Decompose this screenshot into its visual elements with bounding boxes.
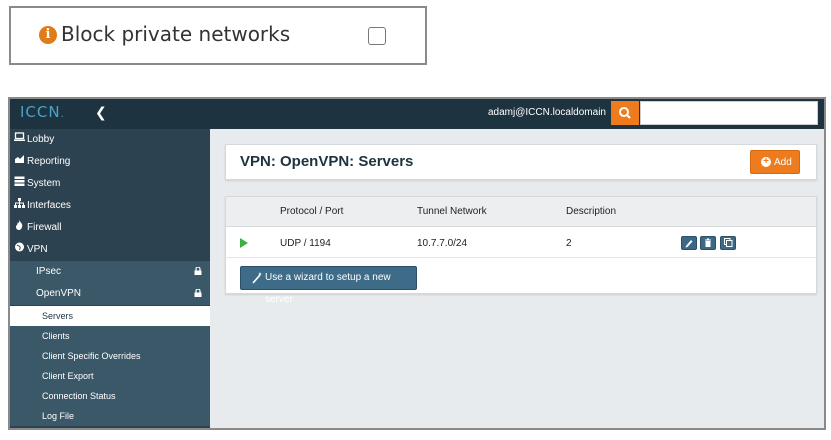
clone-button[interactable] (720, 236, 736, 250)
plus-circle-icon: + (761, 157, 771, 167)
block-private-networks-callout: i Block private networks (9, 6, 427, 65)
sidebar-item-client-specific-overrides[interactable]: Client Specific Overrides (10, 346, 210, 366)
wizard-button-label: Use a wizard to setup a new server (265, 272, 391, 305)
sidebar-item-label: Interfaces (27, 200, 71, 211)
sidebar-item-label: Connection Status (42, 391, 116, 401)
sidebar-item-label: Clients (42, 331, 70, 341)
sidebar-item-label: Firewall (27, 222, 62, 233)
sidebar: Lobby Reporting System Interfaces Firewa… (10, 129, 210, 428)
table-header: Protocol / Port Tunnel Network Descripti… (226, 197, 816, 227)
fire-icon (13, 217, 25, 239)
sidebar-item-client-export[interactable]: Client Export (10, 366, 210, 386)
cell-description: 2 (566, 238, 572, 249)
logo: ICCN. (20, 103, 65, 121)
sidebar-item-vpn[interactable]: VPN (10, 239, 210, 261)
add-button-label: Add (774, 157, 792, 168)
wizard-button[interactable]: Use a wizard to setup a new server (240, 266, 417, 305)
search-icon (619, 107, 631, 119)
sidebar-item-label: System (27, 178, 61, 189)
top-bar: ICCN. ❮ adamj@ICCN.localdomain (10, 99, 824, 129)
sidebar-item-label: Lobby (27, 134, 55, 145)
sidebar-item-label: Client Specific Overrides (42, 351, 141, 361)
block-private-networks-checkbox[interactable] (368, 27, 386, 45)
page-header-panel: VPN: OpenVPN: Servers + Add (225, 144, 817, 180)
sidebar-item-label: Reporting (27, 156, 71, 167)
globe-icon (13, 239, 25, 261)
edit-button[interactable] (681, 236, 697, 250)
block-private-networks-label: Block private networks (61, 22, 291, 46)
cell-protocol-port: UDP / 1194 (280, 238, 331, 249)
sidebar-item-label: IPsec (36, 266, 62, 277)
search-input[interactable] (640, 101, 818, 125)
page-title: VPN: OpenVPN: Servers (240, 153, 414, 170)
cell-tunnel-network: 10.7.7.0/24 (417, 238, 468, 249)
sidebar-item-label: Servers (42, 311, 74, 321)
add-button[interactable]: + Add (750, 150, 800, 174)
column-header-tunnel-network: Tunnel Network (417, 206, 487, 217)
sidebar-item-openvpn[interactable]: OpenVPN (10, 283, 210, 305)
area-chart-icon (13, 151, 25, 173)
magic-wand-icon (252, 272, 262, 284)
play-icon[interactable] (240, 238, 248, 248)
sitemap-icon (13, 195, 25, 217)
clone-icon (724, 238, 733, 247)
lock-icon (194, 289, 202, 297)
sidebar-item-ipsec[interactable]: IPsec (10, 261, 210, 283)
sidebar-item-label: VPN (27, 244, 48, 255)
sidebar-item-lobby[interactable]: Lobby (10, 129, 210, 151)
sidebar-item-firewall[interactable]: Firewall (10, 217, 210, 239)
column-header-protocol-port: Protocol / Port (280, 206, 344, 217)
laptop-icon (13, 129, 25, 151)
table-row[interactable]: UDP / 1194 10.7.7.0/24 2 (226, 228, 816, 258)
sidebar-item-servers[interactable]: Servers (10, 306, 210, 326)
app-window: ICCN. ❮ adamj@ICCN.localdomain Lobby Rep… (8, 97, 826, 430)
sidebar-item-connection-status[interactable]: Connection Status (10, 386, 210, 406)
sidebar-item-log-file[interactable]: Log File (10, 406, 210, 426)
lock-icon (194, 267, 202, 275)
sidebar-item-interfaces[interactable]: Interfaces (10, 195, 210, 217)
info-icon: i (39, 26, 57, 44)
trash-icon (705, 238, 711, 247)
sidebar-item-system[interactable]: System (10, 173, 210, 195)
delete-button[interactable] (700, 236, 716, 250)
servers-table-panel: Protocol / Port Tunnel Network Descripti… (225, 196, 817, 305)
sidebar-item-reporting[interactable]: Reporting (10, 151, 210, 173)
column-header-description: Description (566, 206, 617, 217)
sidebar-item-label: Log File (42, 411, 75, 421)
collapse-sidebar-button[interactable]: ❮ (95, 104, 107, 121)
pencil-icon (685, 240, 693, 248)
sidebar-item-clients[interactable]: Clients (10, 326, 210, 346)
sidebar-item-label: OpenVPN (36, 288, 82, 299)
user-menu[interactable]: adamj@ICCN.localdomain (488, 107, 606, 118)
search-button[interactable] (611, 101, 639, 125)
server-icon (13, 173, 25, 195)
sidebar-item-label: Client Export (42, 371, 94, 381)
